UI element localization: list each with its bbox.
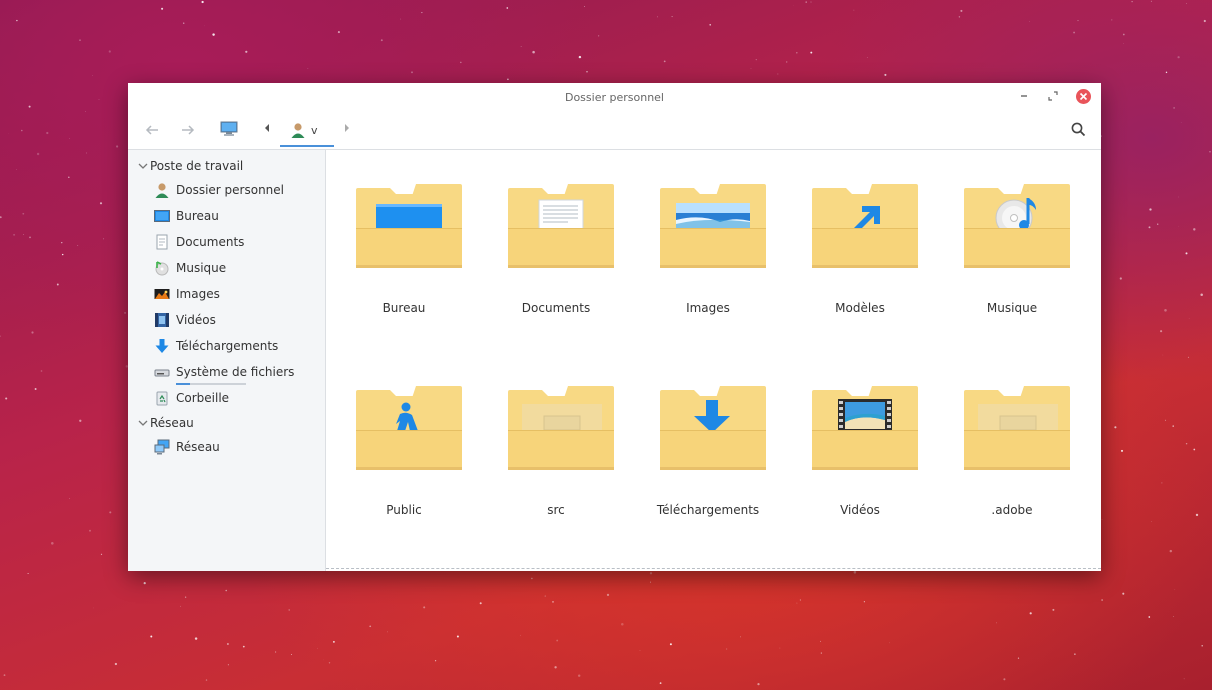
- maximize-button[interactable]: [1046, 89, 1060, 103]
- arrow-left-icon: [145, 125, 158, 135]
- folder-icon: [812, 184, 918, 268]
- sidebar-section-header[interactable]: Poste de travail: [138, 157, 243, 175]
- drive-icon: [154, 369, 170, 377]
- folder-icon: [964, 386, 1070, 470]
- folder-icon: [964, 184, 1070, 268]
- folder-icon: [508, 184, 614, 268]
- window-title: Dossier personnel: [564, 91, 664, 104]
- folder-item[interactable]: Bureau: [334, 154, 474, 315]
- sidebar-item-label: Vidéos: [176, 313, 216, 327]
- music-icon: [155, 261, 169, 276]
- sidebar-item-label: Dossier personnel: [176, 183, 285, 197]
- desktop-icon: [154, 210, 170, 222]
- network-icon: [154, 439, 170, 455]
- desktop-background: Dossier personnel v Poste de travail Dos…: [0, 0, 1212, 690]
- sidebar-item-label: Bureau: [176, 209, 219, 223]
- folder-name: Bureau: [382, 301, 426, 315]
- minimize-icon: [1021, 95, 1027, 97]
- user-avatar-icon: [291, 123, 305, 138]
- filesystem-usage-bar: [176, 383, 246, 385]
- folder-item[interactable]: Musique: [942, 154, 1082, 315]
- sidebar-section-label: Réseau: [150, 416, 194, 430]
- caret-left-icon: [265, 124, 269, 132]
- folder-name: Documents: [521, 301, 591, 315]
- sidebar-item[interactable]: Système de fichiers: [154, 362, 319, 385]
- sidebar-item-label: Téléchargements: [176, 339, 279, 353]
- folder-view[interactable]: Bureau Documents Images Modèles Musique …: [326, 150, 1101, 571]
- user-home-icon: [155, 183, 169, 198]
- maximize-icon: [1048, 91, 1058, 101]
- folder-name: .adobe: [991, 503, 1033, 517]
- search-icon: [1071, 122, 1086, 137]
- folder-name: Vidéos: [840, 503, 880, 517]
- sidebar-item[interactable]: Téléchargements: [154, 336, 319, 356]
- sidebar-item[interactable]: Corbeille: [154, 388, 319, 408]
- folder-item[interactable]: Documents: [486, 154, 626, 315]
- breadcrumb-home-label: v: [311, 124, 318, 137]
- search-button[interactable]: [1070, 121, 1086, 137]
- chevron-down-icon: [138, 416, 150, 434]
- sidebar-item[interactable]: Images: [154, 284, 319, 304]
- sidebar-item-label: Musique: [176, 261, 227, 275]
- computer-icon: [220, 121, 238, 136]
- view-bottom-border: [326, 568, 1101, 569]
- sidebar-item[interactable]: Dossier personnel: [154, 180, 319, 200]
- folder-icon: [508, 386, 614, 470]
- document-icon: [156, 234, 168, 250]
- sidebar-section-label: Poste de travail: [150, 159, 244, 173]
- chevron-down-icon: [138, 159, 150, 177]
- folder-icon: [660, 386, 766, 470]
- folder-icon: [356, 386, 462, 470]
- close-button[interactable]: [1076, 89, 1091, 104]
- download-icon: [155, 339, 169, 353]
- breadcrumb-computer[interactable]: [220, 121, 238, 137]
- sidebar-item[interactable]: Vidéos: [154, 310, 319, 330]
- minimize-button[interactable]: [1017, 89, 1031, 103]
- back-button[interactable]: [144, 121, 160, 139]
- sidebar-item[interactable]: Réseau: [154, 437, 319, 457]
- folder-item[interactable]: Images: [638, 154, 778, 315]
- title-bar[interactable]: Dossier personnel: [128, 83, 1101, 111]
- folder-item[interactable]: .adobe: [942, 356, 1082, 517]
- folder-item[interactable]: Modèles: [790, 154, 930, 315]
- sidebar-item[interactable]: Bureau: [154, 206, 319, 226]
- folder-name: Images: [686, 301, 730, 315]
- sidebar-item[interactable]: Documents: [154, 232, 319, 252]
- sidebar-item-label: Réseau: [176, 440, 220, 454]
- folder-item[interactable]: Téléchargements: [638, 356, 778, 517]
- folder-name: Musique: [986, 301, 1038, 315]
- arrow-right-icon: [182, 125, 195, 135]
- folder-name: src: [547, 503, 565, 517]
- sidebar-item-label: Images: [176, 287, 220, 301]
- sidebar-item[interactable]: Musique: [154, 258, 319, 278]
- folder-item[interactable]: src: [486, 356, 626, 517]
- picture-icon: [154, 289, 170, 299]
- close-icon: [1079, 92, 1088, 101]
- folder-name: Modèles: [835, 301, 885, 315]
- file-manager-window: Dossier personnel v Poste de travail Dos…: [128, 83, 1101, 571]
- caret-right-icon: [345, 124, 349, 132]
- folder-name: Téléchargements: [656, 503, 760, 517]
- folder-item[interactable]: Vidéos: [790, 356, 930, 517]
- sidebar-item-label: Corbeille: [176, 391, 230, 405]
- breadcrumb-scroll-right[interactable]: [343, 122, 351, 140]
- folder-item[interactable]: Public: [334, 356, 474, 517]
- folder-icon: [812, 386, 918, 470]
- navigation-toolbar: v: [128, 111, 1101, 150]
- breadcrumb-home[interactable]: v: [280, 115, 334, 147]
- places-sidebar: Poste de travail Dossier personnel Bureau D…: [128, 150, 326, 571]
- folder-name: Public: [386, 503, 422, 517]
- trash-icon: [156, 391, 168, 406]
- sidebar-item-label: Documents: [176, 235, 245, 249]
- folder-icon: [660, 184, 766, 268]
- video-icon: [155, 313, 169, 327]
- sidebar-item-label: Système de fichiers: [176, 365, 295, 379]
- forward-button[interactable]: [180, 121, 196, 139]
- sidebar-section-header[interactable]: Réseau: [138, 414, 194, 432]
- breadcrumb-scroll-left[interactable]: [263, 122, 271, 140]
- folder-icon: [356, 184, 462, 268]
